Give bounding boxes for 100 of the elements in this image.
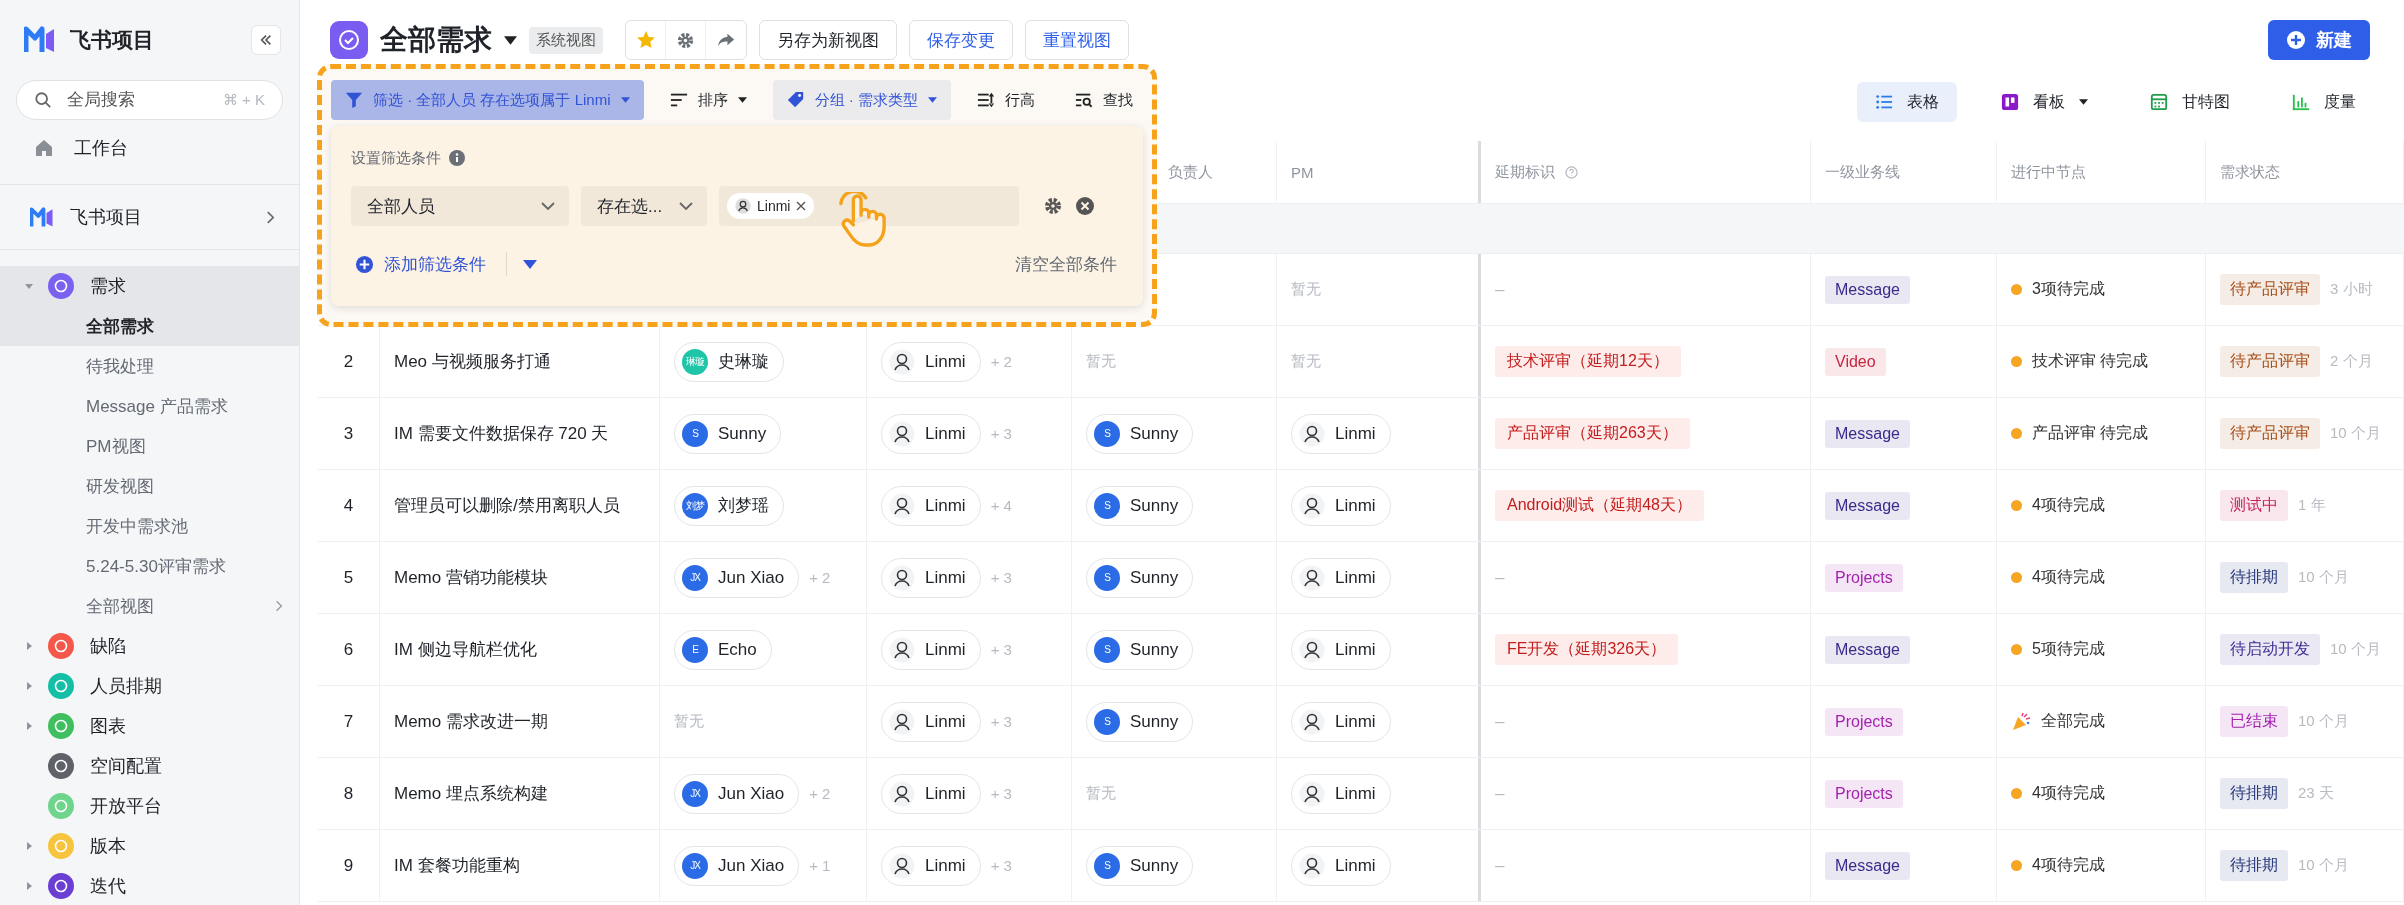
empty-value: – (1495, 711, 1505, 732)
requirement-title[interactable]: 管理员可以删除/禁用离职人员 (394, 494, 620, 517)
plus-circle-icon (2286, 30, 2306, 50)
avatar-initials: S (1094, 420, 1120, 447)
nav-subitem[interactable]: 开发中需求池 (0, 506, 299, 546)
nav-subitem[interactable]: 研发视图 (0, 466, 299, 506)
nav-item[interactable]: 空间配置 (0, 746, 299, 786)
avatar-icon (889, 492, 915, 519)
empty-value: – (1495, 783, 1505, 804)
expand-triangle-icon (24, 681, 34, 691)
nav-subitem[interactable]: 待我处理 (0, 346, 299, 386)
view-action-button[interactable]: 另存为新视图 (759, 20, 897, 60)
business-line-tag: Projects (1825, 563, 1903, 592)
more-count: + 4 (990, 497, 1012, 514)
clear-conditions-button[interactable]: 清空全部条件 (1009, 251, 1123, 277)
status-dot-icon (2011, 788, 2022, 799)
avatar-initials: 刘梦 (682, 492, 708, 519)
add-filter-button[interactable]: 添加筛选条件 (351, 252, 490, 276)
sort-icon (669, 91, 688, 109)
elapsed-time: 10 个月 (2330, 424, 2381, 443)
row-number: 2 (343, 351, 354, 372)
elapsed-time: 3 小时 (2330, 280, 2373, 299)
empty-value: – (1495, 567, 1505, 588)
avatar-initials: S (1094, 636, 1120, 663)
view-title: 全部需求 (380, 23, 492, 57)
avatar-icon (1299, 780, 1325, 807)
nav-subitem[interactable]: 全部视图 (0, 586, 299, 626)
business-line-tag: Message (1825, 419, 1910, 448)
panel-title: 设置筛选条件 (351, 148, 441, 168)
toolbar-button[interactable]: 行高 (962, 80, 1049, 120)
operator-select[interactable]: 存在选... (581, 186, 707, 226)
nav-item[interactable]: 版本 (0, 826, 299, 866)
nav-item[interactable]: 开放平台 (0, 786, 299, 826)
view-tab[interactable]: 度量 (2274, 82, 2374, 122)
nav-subitem[interactable]: 全部需求 (0, 306, 299, 346)
nav-subitem[interactable]: PM视图 (0, 426, 299, 466)
node-progress: 全部完成 (2041, 711, 2105, 731)
caret-icon (927, 97, 937, 103)
status-dot-icon (2011, 284, 2022, 295)
info-icon (449, 150, 465, 166)
status-tag: 待排期 (2220, 562, 2288, 593)
field-select[interactable]: 全部人员 (351, 186, 569, 226)
status-tag: 待排期 (2220, 850, 2288, 881)
settings-icon[interactable] (1043, 196, 1063, 216)
remove-icon[interactable] (1075, 196, 1095, 216)
empty-value: – (1495, 279, 1505, 300)
view-action-button[interactable]: 重置视图 (1025, 20, 1129, 60)
new-button[interactable]: 新建 (2268, 20, 2370, 60)
empty-value: – (1495, 855, 1505, 876)
nav-item[interactable]: 人员排期 (0, 666, 299, 706)
requirement-title[interactable]: IM 侧边导航栏优化 (394, 638, 537, 661)
status-tag: 待启动开发 (2220, 634, 2320, 665)
nav-item[interactable]: 图表 (0, 706, 299, 746)
value-tag[interactable]: Linmi (727, 193, 815, 219)
row-number: 7 (343, 711, 354, 732)
chevron-right-icon (266, 209, 275, 225)
node-progress: 4项待完成 (2032, 783, 2105, 803)
requirement-title[interactable]: Memo 埋点系统构建 (394, 782, 548, 805)
empty-value: 暂无 (1291, 352, 1321, 371)
avatar-initials: JX (682, 780, 708, 807)
collapse-button[interactable] (251, 25, 281, 55)
view-action-button[interactable]: 保存变更 (909, 20, 1013, 60)
requirement-title[interactable]: IM 需要文件数据保存 720 天 (394, 422, 609, 445)
row-height-icon (976, 91, 995, 109)
requirement-title[interactable]: IM 套餐功能重构 (394, 854, 520, 877)
space-item[interactable]: 飞书项目 (0, 201, 299, 233)
node-progress: 5项待完成 (2032, 639, 2105, 659)
home-icon (34, 138, 54, 158)
view-tab[interactable]: 表格 (1857, 82, 1957, 122)
status-tag: 待产品评审 (2220, 274, 2320, 305)
home-item[interactable]: 工作台 (34, 128, 299, 168)
toolbar-button[interactable]: 排序 (655, 80, 761, 120)
close-icon[interactable] (796, 201, 807, 211)
business-line-tag: Video (1825, 347, 1886, 376)
status-tag: 待排期 (2220, 778, 2288, 809)
avatar-icon (1299, 636, 1325, 663)
requirement-title[interactable]: Meo 与视频服务打通 (394, 350, 551, 373)
caret-icon (620, 97, 630, 103)
delay-tag: Android测试（延期48天） (1495, 490, 1704, 521)
requirement-title[interactable]: Memo 需求改进一期 (394, 710, 548, 733)
expand-triangle-icon (24, 881, 34, 891)
caret-icon[interactable] (504, 35, 517, 45)
toolbar-button[interactable]: 分组 · 需求类型 (772, 80, 951, 120)
more-count: + 2 (809, 569, 831, 586)
row-number: 4 (343, 495, 354, 516)
view-tab[interactable]: 甘特图 (2132, 82, 2248, 122)
status-tag: 测试中 (2220, 490, 2288, 521)
toolbar-button[interactable]: 查找 (1060, 80, 1147, 120)
requirement-title[interactable]: Memo 营销功能模块 (394, 566, 548, 589)
avatar-icon (889, 780, 915, 807)
nav-subitem[interactable]: Message 产品需求 (0, 386, 299, 426)
more-count: + 3 (990, 857, 1012, 874)
view-tab[interactable]: 看板 (1983, 82, 2106, 122)
more-count: + 3 (990, 713, 1012, 730)
business-line-tag: Message (1825, 275, 1910, 304)
nav-item[interactable]: 缺陷 (0, 626, 299, 666)
nav-item[interactable]: 需求 (0, 266, 299, 306)
expand-triangle-icon (24, 721, 34, 731)
nav-subitem[interactable]: 5.24-5.30评审需求 (0, 546, 299, 586)
nav-item[interactable]: 迭代 (0, 866, 299, 905)
